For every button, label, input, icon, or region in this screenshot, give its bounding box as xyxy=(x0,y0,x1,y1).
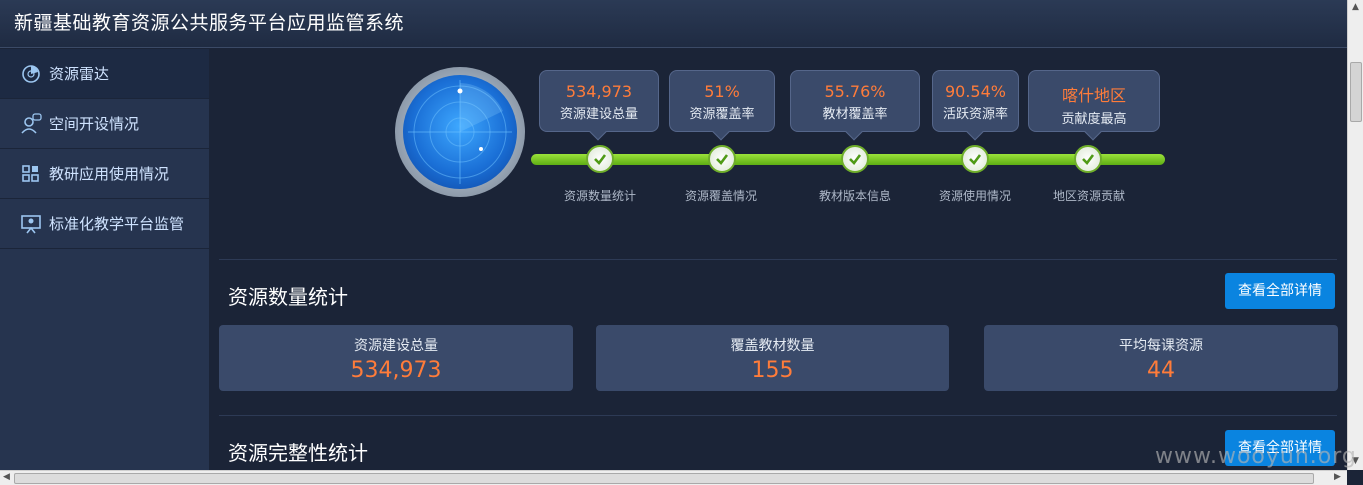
scroll-up-icon[interactable]: ▲ xyxy=(1352,2,1359,12)
scrollbar-thumb[interactable] xyxy=(1350,62,1362,122)
presentation-board-icon xyxy=(20,213,42,235)
timeline-step-label[interactable]: 资源使用情况 xyxy=(939,187,1011,204)
metric-value: 55.76% xyxy=(824,82,886,101)
metric-value: 534,973 xyxy=(565,82,633,101)
section-title-integrity: 资源完整性统计 xyxy=(228,441,368,465)
timeline-step-label[interactable]: 教材版本信息 xyxy=(819,187,891,204)
grid-apps-icon xyxy=(20,163,42,185)
metric-top-contributor: 喀什地区 贡献度最高 xyxy=(1028,70,1160,141)
main-content: 534,973 资源建设总量 51% 资源覆盖率 55.76% 教材覆盖率 90… xyxy=(209,49,1347,470)
metric-label: 资源建设总量 xyxy=(559,107,638,122)
stat-value: 155 xyxy=(751,358,794,383)
stat-card-textbook-count: 覆盖教材数量 155 xyxy=(596,325,949,391)
sidebar-item-label: 标准化教学平台监管 xyxy=(49,215,185,233)
metric-value: 90.54% xyxy=(944,82,1006,101)
watermark: www.wooyun.org xyxy=(1155,444,1357,469)
metric-label: 资源覆盖率 xyxy=(689,107,755,122)
stat-label: 覆盖教材数量 xyxy=(730,338,815,354)
stat-value: 44 xyxy=(1147,358,1175,383)
section-divider xyxy=(219,415,1337,416)
metric-total-resources: 534,973 资源建设总量 xyxy=(539,70,659,141)
check-circle-icon xyxy=(849,154,862,165)
check-circle-icon xyxy=(969,154,982,165)
view-all-details-button[interactable]: 查看全部详情 xyxy=(1225,273,1335,309)
metric-label: 教材覆盖率 xyxy=(822,107,888,122)
section-title-quantity: 资源数量统计 xyxy=(228,285,348,309)
metric-label: 活跃资源率 xyxy=(942,107,1008,122)
scrollbar-thumb[interactable] xyxy=(14,473,1314,484)
metric-textbook-coverage: 55.76% 教材覆盖率 xyxy=(790,70,920,141)
sidebar-item-label: 资源雷达 xyxy=(49,65,110,83)
radar-icon xyxy=(20,63,42,85)
timeline-step-label[interactable]: 资源数量统计 xyxy=(564,187,636,204)
metric-resource-coverage: 51% 资源覆盖率 xyxy=(669,70,775,141)
radar-scope-icon xyxy=(395,67,525,197)
sidebar-item-space-setup[interactable]: 空间开设情况 xyxy=(0,99,209,149)
timeline-step-label[interactable]: 资源覆盖情况 xyxy=(685,187,757,204)
sidebar-item-platform-monitor[interactable]: 标准化教学平台监管 xyxy=(0,199,209,249)
stat-card-total-resources: 资源建设总量 534,973 xyxy=(219,325,573,391)
stat-label: 资源建设总量 xyxy=(354,338,438,354)
app-title: 新疆基础教育资源公共服务平台应用监管系统 xyxy=(14,12,405,34)
sidebar-item-resource-radar[interactable]: 资源雷达 xyxy=(0,49,209,99)
sidebar-item-research-usage[interactable]: 教研应用使用情况 xyxy=(0,149,209,199)
app-header: 新疆基础教育资源公共服务平台应用监管系统 xyxy=(0,0,1347,48)
check-circle-icon xyxy=(716,154,729,165)
scroll-right-icon[interactable]: ▶ xyxy=(1334,472,1341,482)
timeline-step-1[interactable] xyxy=(586,145,614,173)
vertical-scrollbar[interactable]: ▲ ▼ xyxy=(1347,0,1363,470)
timeline-step-2[interactable] xyxy=(708,145,736,173)
user-chat-icon xyxy=(20,112,42,135)
check-circle-icon xyxy=(1082,154,1095,165)
section-divider xyxy=(219,259,1337,260)
metric-active-resource-rate: 90.54% 活跃资源率 xyxy=(932,70,1019,141)
timeline-step-4[interactable] xyxy=(961,145,989,173)
metric-value: 喀什地区 xyxy=(1061,86,1126,105)
stat-card-avg-per-lesson: 平均每课资源 44 xyxy=(984,325,1338,391)
stat-value: 534,973 xyxy=(350,358,442,383)
sidebar-item-label: 教研应用使用情况 xyxy=(49,165,170,183)
timeline-step-5[interactable] xyxy=(1074,145,1102,173)
timeline-step-label[interactable]: 地区资源贡献 xyxy=(1053,187,1125,204)
metric-value: 51% xyxy=(704,82,740,101)
horizontal-scrollbar[interactable]: ◀ ▶ xyxy=(0,470,1347,485)
timeline-step-3[interactable] xyxy=(841,145,869,173)
stat-label: 平均每课资源 xyxy=(1119,338,1203,354)
scroll-left-icon[interactable]: ◀ xyxy=(3,472,10,482)
check-circle-icon xyxy=(594,154,607,165)
sidebar: 资源雷达 空间开设情况 教研应用使用情况 标准化教学平台监管 xyxy=(0,49,209,470)
sidebar-item-label: 空间开设情况 xyxy=(49,115,140,133)
